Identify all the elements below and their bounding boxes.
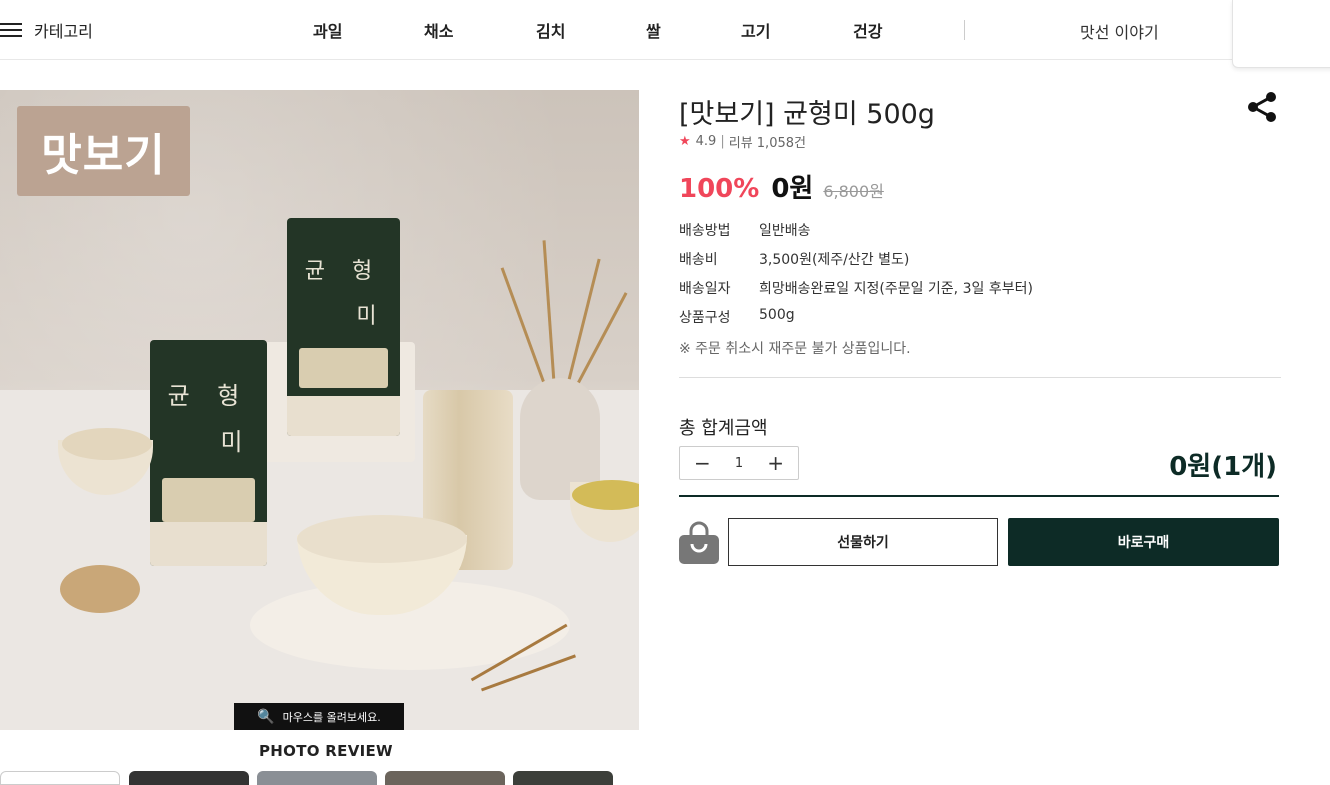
discount-rate: 100% (679, 174, 760, 204)
total-amount: 0원(1개) (1169, 452, 1277, 482)
total-label: 총 합계금액 (679, 418, 768, 439)
price-row: 100% 0원 6,800원 (679, 168, 884, 205)
spec-value: 희망배송완료일 지정(주문일 기준, 3일 후부터) (759, 281, 1033, 297)
magnifier-icon: 🔍 (257, 708, 275, 725)
sale-price: 0원 (771, 174, 814, 204)
product-specs: 배송방법 일반배송 배송비 3,500원(제주/산간 별도) 배송일자 희망배송… (679, 220, 1033, 336)
spec-value: 3,500원(제주/산간 별도) (759, 252, 910, 268)
thumbnail[interactable] (385, 771, 505, 785)
product-bag-front: 균 형 미 (150, 340, 267, 566)
bag-bottom (287, 396, 400, 436)
quantity-value[interactable]: 1 (735, 456, 743, 471)
bag-window (299, 348, 388, 388)
bag-title-2: 미 (220, 428, 253, 456)
bag-title: 균 형 (167, 382, 250, 410)
photo-review-title: PHOTO REVIEW (259, 742, 393, 760)
header-side-panel (1232, 0, 1330, 68)
thumbnail-prev[interactable] (0, 771, 120, 785)
nav-item-fruit[interactable]: 과일 (313, 18, 342, 42)
gift-button[interactable]: 선물하기 (728, 518, 998, 566)
original-price: 6,800원 (823, 182, 884, 201)
spec-label: 상품구성 (679, 310, 731, 326)
quantity-stepper: − 1 + (679, 446, 799, 480)
nav-item-rice[interactable]: 쌀 (646, 18, 661, 42)
nav-item-vegetable[interactable]: 채소 (424, 18, 453, 42)
share-icon[interactable] (1245, 90, 1279, 124)
spec-value: 일반배송 (759, 223, 811, 239)
wooden-scoop (60, 565, 140, 613)
shopping-bag-icon[interactable] (679, 520, 719, 564)
spec-row: 배송비 3,500원(제주/산간 별도) (679, 249, 1033, 278)
spec-label: 배송방법 (679, 223, 731, 239)
thumbnail[interactable] (129, 771, 249, 785)
rating-separator: | (720, 134, 725, 149)
thumbnail[interactable] (513, 771, 613, 785)
nav-item-meat[interactable]: 고기 (741, 18, 770, 42)
top-header: 카테고리 과일 채소 김치 쌀 고기 건강 맛선 이야기 (0, 0, 1330, 60)
nav-item-health[interactable]: 건강 (853, 18, 882, 42)
decrease-button[interactable]: − (694, 453, 711, 473)
bag-bottom (150, 522, 267, 566)
spec-label: 배송비 (679, 252, 718, 268)
nav-divider (964, 20, 965, 40)
spec-row: 배송일자 희망배송완료일 지정(주문일 기준, 3일 후부터) (679, 278, 1033, 307)
zoom-hint-text: 마우스를 올려보세요. (282, 710, 381, 724)
photo-review-thumbnails (0, 771, 639, 785)
section-divider (679, 377, 1281, 378)
thumbnail[interactable] (257, 771, 377, 785)
spec-label: 배송일자 (679, 281, 731, 297)
tasting-badge: 맛보기 (17, 106, 190, 196)
product-title: [맛보기] 균형미 500g (679, 99, 935, 130)
total-divider (679, 495, 1279, 497)
star-icon: ★ (679, 134, 691, 149)
zoom-hint: 🔍 마우스를 올려보세요. (234, 703, 404, 730)
cancel-notice: ※ 주문 취소시 재주문 불가 상품입니다. (679, 341, 911, 357)
bag-title-2: 미 (356, 304, 387, 329)
rating-summary[interactable]: ★ 4.9 | 리뷰 1,058건 (679, 132, 806, 151)
spec-row: 배송방법 일반배송 (679, 220, 1033, 249)
review-count: 리뷰 1,058건 (728, 136, 806, 151)
category-label: 카테고리 (34, 22, 93, 41)
spec-row: 상품구성 500g (679, 307, 1033, 336)
rating-value: 4.9 (695, 134, 717, 149)
buy-now-button[interactable]: 바로구매 (1008, 518, 1279, 566)
nav-item-story[interactable]: 맛선 이야기 (1080, 19, 1159, 43)
grain-bowl-left-rim (62, 428, 152, 460)
increase-button[interactable]: + (767, 453, 784, 473)
bag-title: 균 형 (304, 259, 383, 284)
category-menu-button[interactable]: 카테고리 (0, 18, 93, 42)
product-main-image[interactable]: 맛보기 균 형 미 균 형 미 (0, 90, 639, 730)
spec-value: 500g (759, 307, 795, 323)
nav-item-kimchi[interactable]: 김치 (536, 18, 565, 42)
product-bag-back: 균 형 미 (287, 218, 400, 436)
hamburger-icon (0, 22, 22, 38)
rice-bowl-rim (297, 515, 467, 563)
bag-window (162, 478, 255, 522)
